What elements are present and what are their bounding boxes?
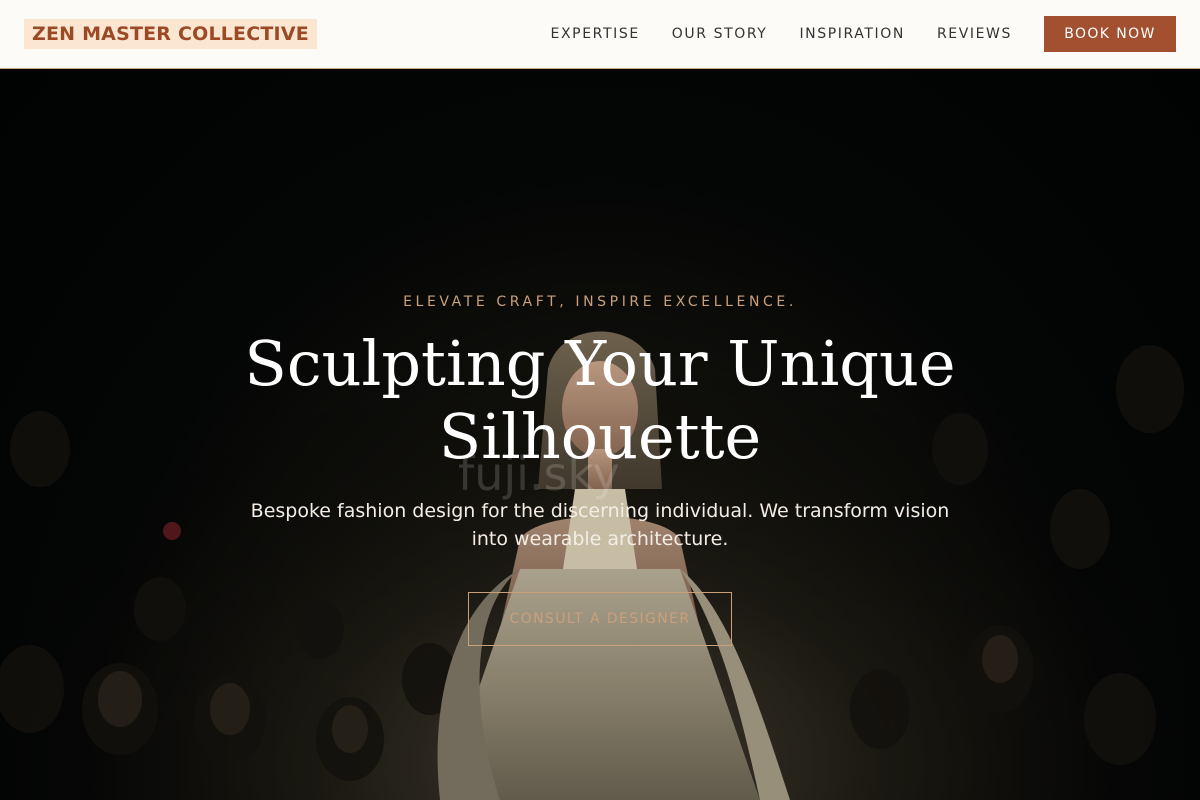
hero-description: Bespoke fashion design for the discernin… xyxy=(250,500,950,550)
consult-designer-button[interactable]: CONSULT A DESIGNER xyxy=(468,592,732,646)
top-navbar: ZEN MASTER COLLECTIVE EXPERTISE OUR STOR… xyxy=(0,0,1200,69)
brand-logo[interactable]: ZEN MASTER COLLECTIVE xyxy=(24,19,317,49)
hero-title: Sculpting Your Unique Silhouette xyxy=(244,327,956,473)
nav-link-our-story[interactable]: OUR STORY xyxy=(672,26,768,42)
main-nav: EXPERTISE OUR STORY INSPIRATION REVIEWS … xyxy=(551,16,1176,52)
nav-link-reviews[interactable]: REVIEWS xyxy=(937,26,1012,42)
hero-section: fuji.sky ELEVATE CRAFT, INSPIRE EXCELLEN… xyxy=(0,69,1200,800)
nav-link-expertise[interactable]: EXPERTISE xyxy=(551,26,640,42)
nav-link-inspiration[interactable]: INSPIRATION xyxy=(799,26,904,42)
hero-tagline: ELEVATE CRAFT, INSPIRE EXCELLENCE. xyxy=(403,294,797,310)
book-now-button[interactable]: BOOK NOW xyxy=(1044,16,1176,52)
